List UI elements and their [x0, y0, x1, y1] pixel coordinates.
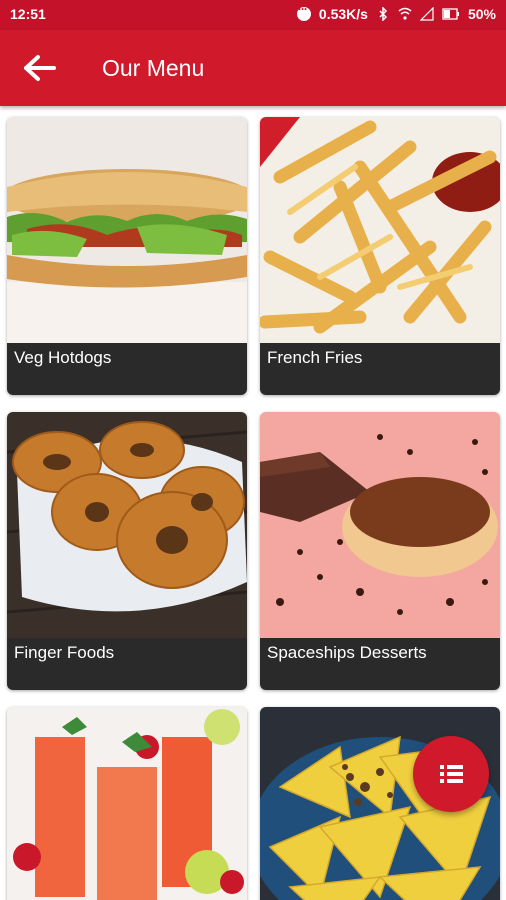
drinks-image: [7, 707, 247, 900]
menu-item-name: Spaceships Desserts: [267, 643, 427, 662]
menu-card-label: Veg Hotdogs: [7, 343, 247, 395]
bluetooth-icon: [379, 7, 388, 21]
finger-foods-image: [7, 412, 247, 638]
french-fries-image: [260, 117, 500, 343]
menu-item-name: Finger Foods: [14, 643, 115, 662]
network-speed: 0.53K/s: [318, 6, 368, 22]
menu-card-label: French Fries: [260, 343, 500, 395]
back-arrow-icon[interactable]: [22, 54, 58, 82]
battery-icon: [442, 8, 459, 20]
spaceships-desserts-image: [260, 412, 500, 638]
menu-card-drinks[interactable]: [7, 707, 247, 900]
menu-card-spaceships-desserts[interactable]: Spaceships Desserts: [260, 412, 500, 690]
menu-card-label: Finger Foods: [7, 638, 247, 690]
notification-icon: [296, 2, 311, 21]
battery-level: 50%: [467, 6, 496, 22]
status-icons: 0.53K/s 50%: [296, 2, 496, 22]
status-time: 12:51: [10, 6, 46, 22]
list-icon: [440, 765, 463, 783]
veg-hotdog-image: [7, 117, 247, 343]
menu-item-name: French Fries: [267, 348, 363, 367]
wifi-icon: [398, 7, 412, 20]
menu-card-label: Spaceships Desserts: [260, 638, 500, 690]
signal-icon: [419, 7, 434, 21]
app-bar: Our Menu: [0, 30, 506, 106]
page-title: Our Menu: [102, 55, 205, 81]
menu-list-fab[interactable]: [413, 736, 489, 812]
menu-card-french-fries[interactable]: French Fries: [260, 117, 500, 395]
status-bar: 12:51 0.53K/s 50%: [0, 0, 506, 30]
menu-card-veg-hotdogs[interactable]: Veg Hotdogs: [7, 117, 247, 395]
menu-card-finger-foods[interactable]: Finger Foods: [7, 412, 247, 690]
menu-item-name: Veg Hotdogs: [14, 348, 112, 367]
